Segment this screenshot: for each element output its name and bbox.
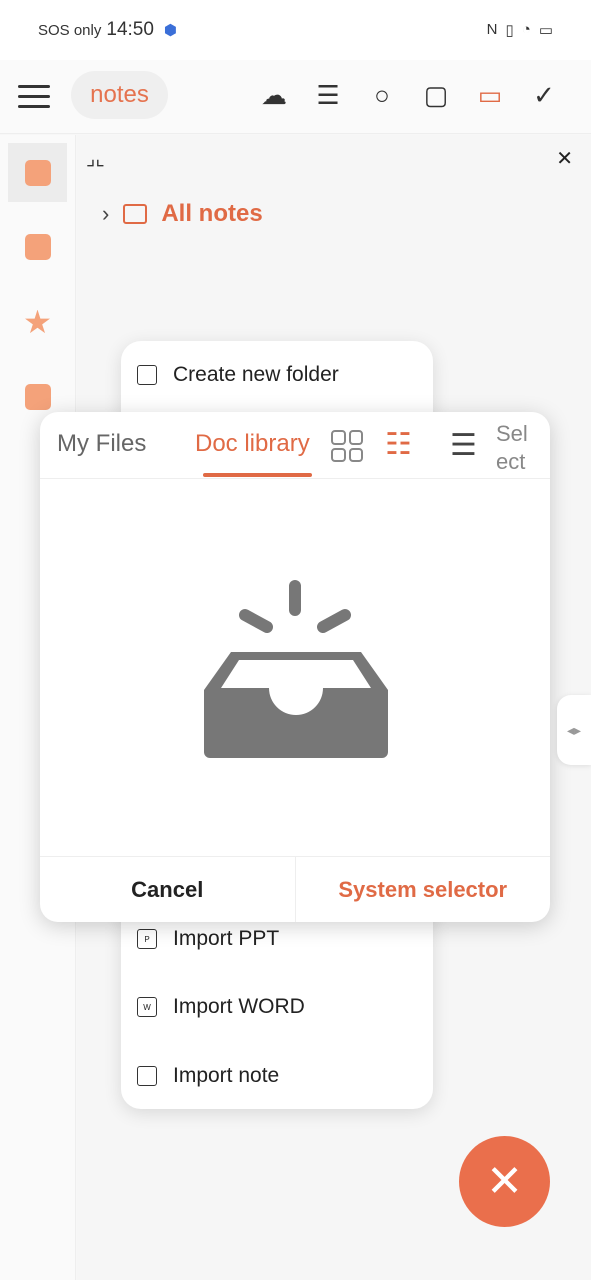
system-selector-button[interactable]: System selector — [296, 857, 551, 922]
ppt-file-icon: P — [137, 929, 157, 949]
menu-item-label: Create new folder — [173, 363, 339, 386]
search-icon[interactable]: ○ — [365, 78, 399, 112]
note-import-icon — [137, 1066, 157, 1086]
active-tab-indicator — [203, 473, 312, 477]
grid-view-icon[interactable] — [331, 430, 363, 462]
star-icon — [25, 309, 50, 334]
folder-icon — [137, 365, 157, 385]
cloud-user-icon[interactable]: ☁ — [257, 78, 291, 112]
check-circle-icon[interactable]: ✓ — [527, 78, 561, 112]
notebook-icon — [24, 233, 51, 260]
menu-item-label: Import PPT — [173, 927, 280, 950]
system-icons: N ▯ ◔ ▭ — [487, 21, 553, 39]
list-view-icon[interactable]: ☷ — [385, 430, 419, 462]
chevron-right-icon[interactable]: › — [102, 201, 109, 227]
breadcrumb[interactable]: › All notes — [102, 200, 263, 228]
close-icon[interactable]: ✕ — [556, 146, 573, 171]
tab-doc-library[interactable]: Doc library — [195, 430, 310, 458]
wifi-icon: ◔ — [521, 21, 531, 38]
notes-list-icon — [24, 159, 51, 186]
menu-item-import-note[interactable]: Import note — [137, 1064, 279, 1088]
cancel-button[interactable]: Cancel — [40, 857, 296, 922]
shield-icon: ⬢ — [163, 22, 178, 39]
notes-title-pill[interactable]: notes — [71, 71, 168, 119]
folder-icon — [123, 204, 148, 224]
empty-inbox-icon — [204, 580, 388, 758]
sidebar-item-favorites[interactable] — [8, 293, 67, 352]
clock: 14:50 — [106, 19, 154, 40]
collapse-icon[interactable]: ⌟⌞ — [86, 146, 105, 171]
wallet-icon[interactable]: ▢ — [419, 78, 453, 112]
file-picker-dialog: My Files Doc library ☷ ☰ Select Cancel S… — [40, 412, 550, 922]
breadcrumb-label: All notes — [161, 200, 263, 227]
menu-item-label: Import note — [173, 1064, 280, 1087]
close-fab-button[interactable]: ✕ — [459, 1136, 550, 1227]
menu-icon[interactable] — [18, 80, 50, 112]
sidebar-item-all-notes[interactable] — [8, 143, 67, 202]
carrier-text: SOS only — [38, 21, 102, 39]
trash-icon — [24, 383, 51, 410]
menu-item-import-ppt[interactable]: P Import PPT — [137, 927, 279, 951]
sort-icon[interactable]: ☰ — [311, 78, 345, 112]
menu-item-create-folder[interactable]: Create new folder — [137, 363, 339, 387]
tab-my-files[interactable]: My Files — [57, 430, 146, 458]
word-file-icon: W — [137, 997, 157, 1017]
battery-icon: ▭ — [538, 22, 553, 39]
top-bar: notes ☁ ☰ ○ ▢ ▭ ✓ — [0, 60, 591, 134]
select-button[interactable]: Select — [496, 420, 536, 476]
nfc-icon: N — [486, 21, 498, 38]
split-drag-handle[interactable]: ◂▸ — [557, 695, 591, 765]
status-bar: SOS only 14:50 ⬢ N ▯ ◔ ▭ — [0, 0, 591, 60]
select-list-icon[interactable]: ☰ — [450, 431, 486, 462]
menu-item-label: Import WORD — [173, 995, 305, 1018]
sidebar-item-notebooks[interactable] — [8, 217, 67, 276]
vibrate-icon: ▯ — [505, 22, 514, 39]
folder-icon[interactable]: ▭ — [473, 78, 507, 112]
menu-item-import-word[interactable]: W Import WORD — [137, 995, 305, 1019]
